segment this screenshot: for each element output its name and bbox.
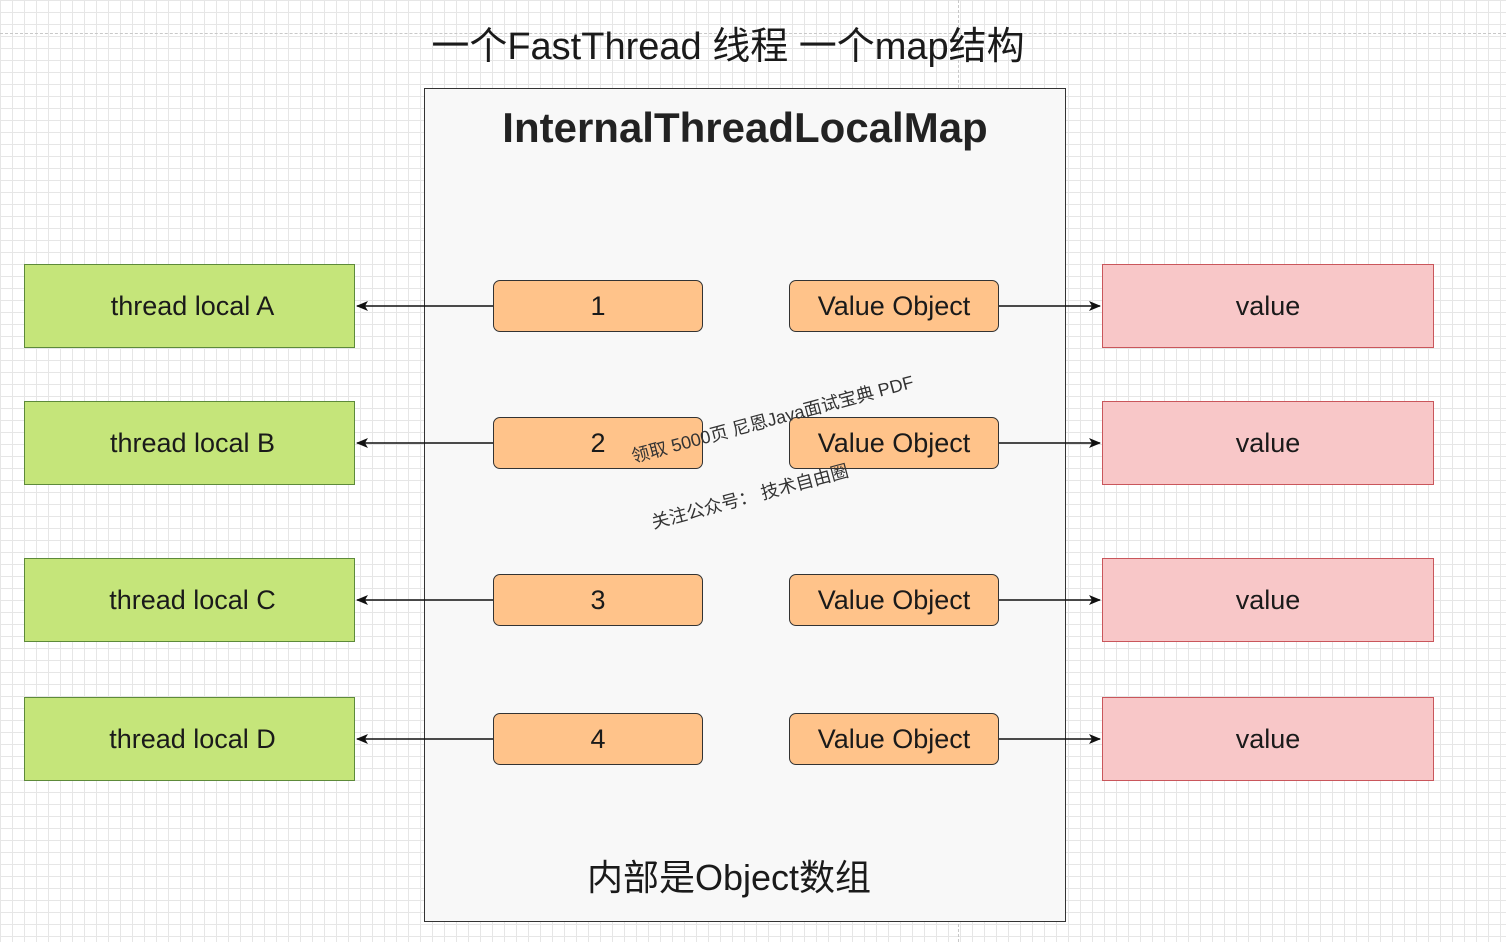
value-box-2[interactable]: value (1102, 401, 1434, 485)
thread-local-box-c[interactable]: thread local C (24, 558, 355, 642)
thread-local-label: thread local C (109, 584, 276, 615)
key-box-3[interactable]: 3 (493, 574, 703, 626)
key-label: 1 (590, 290, 606, 321)
thread-local-box-b[interactable]: thread local B (24, 401, 355, 485)
value-object-box-1[interactable]: Value Object (789, 280, 999, 332)
value-label: value (1235, 723, 1301, 754)
value-object-label: Value Object (817, 584, 971, 615)
key-label: 4 (590, 723, 606, 754)
value-object-box-2[interactable]: Value Object (789, 417, 999, 469)
value-label: value (1235, 427, 1301, 458)
value-object-label: Value Object (817, 723, 971, 754)
value-label: value (1235, 584, 1301, 615)
key-box-4[interactable]: 4 (493, 713, 703, 765)
map-footer: 内部是Object数组 (586, 857, 872, 898)
thread-local-box-a[interactable]: thread local A (24, 264, 355, 348)
value-box-3[interactable]: value (1102, 558, 1434, 642)
value-object-box-4[interactable]: Value Object (789, 713, 999, 765)
value-box-1[interactable]: value (1102, 264, 1434, 348)
value-object-box-3[interactable]: Value Object (789, 574, 999, 626)
thread-local-box-d[interactable]: thread local D (24, 697, 355, 781)
thread-local-label: thread local B (109, 427, 276, 458)
key-box-1[interactable]: 1 (493, 280, 703, 332)
value-object-label: Value Object (817, 290, 971, 321)
key-label: 2 (590, 427, 606, 458)
diagram-title: 一个FastThread 线程 一个map结构 (431, 26, 1025, 68)
thread-local-label: thread local D (109, 723, 276, 754)
value-object-label: Value Object (817, 427, 971, 458)
thread-local-label: thread local A (110, 290, 275, 321)
value-box-4[interactable]: value (1102, 697, 1434, 781)
key-label: 3 (590, 584, 606, 615)
map-title: InternalThreadLocalMap (502, 104, 988, 151)
value-label: value (1235, 290, 1301, 321)
